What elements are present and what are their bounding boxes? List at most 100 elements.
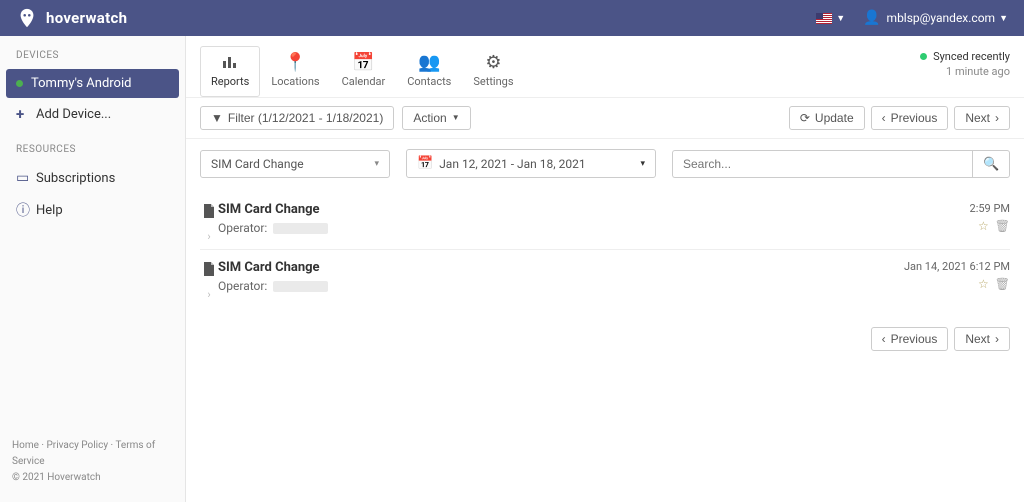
previous-button-bottom[interactable]: ‹ Previous bbox=[871, 327, 949, 351]
action-button[interactable]: Action ▼ bbox=[402, 106, 470, 130]
tab-settings[interactable]: ⚙ Settings bbox=[462, 46, 524, 97]
chevron-right-icon[interactable]: › bbox=[207, 230, 210, 243]
trash-icon[interactable]: 🗑 bbox=[995, 219, 1010, 233]
star-icon[interactable]: ☆ bbox=[978, 219, 989, 233]
report-type-select[interactable]: SIM Card Change ▾ bbox=[200, 150, 390, 178]
chevron-left-icon: ‹ bbox=[882, 333, 886, 345]
filterbar: ▼ Filter (1/12/2021 - 1/18/2021) Action … bbox=[186, 98, 1024, 139]
sidebar-help-label: Help bbox=[36, 203, 63, 218]
sidebar-section-devices: DEVICES bbox=[0, 36, 185, 69]
record-time: 2:59 PM bbox=[970, 202, 1010, 215]
star-icon[interactable]: ☆ bbox=[978, 277, 989, 291]
sync-text: Synced recently bbox=[933, 50, 1010, 63]
controls: SIM Card Change ▾ 📅 Jan 12, 2021 - Jan 1… bbox=[186, 139, 1024, 188]
sidebar: DEVICES Tommy's Android + Add Device... … bbox=[0, 36, 186, 502]
brand-logo-icon bbox=[16, 7, 38, 29]
record-row: › SIM Card Change Operator: Jan 14, 2021… bbox=[200, 250, 1010, 307]
tab-label: Locations bbox=[271, 75, 319, 88]
next-label: Next bbox=[965, 333, 990, 345]
chevron-right-icon[interactable]: › bbox=[207, 288, 210, 301]
refresh-icon: ⟳ bbox=[800, 112, 810, 124]
sync-dot-icon bbox=[920, 53, 927, 60]
sidebar-device-active[interactable]: Tommy's Android bbox=[6, 69, 179, 98]
plus-icon: + bbox=[16, 105, 28, 123]
record-row: › SIM Card Change Operator: 2:59 PM ☆ 🗑 bbox=[200, 192, 1010, 250]
caret-down-icon: ▾ bbox=[640, 159, 645, 169]
account-email: mblsp@yandex.com bbox=[887, 11, 996, 25]
sidebar-subscriptions-label: Subscriptions bbox=[36, 171, 115, 186]
gear-icon: ⚙ bbox=[485, 51, 501, 73]
main: Reports 📍 Locations 📅 Calendar 👥 Contact… bbox=[186, 36, 1024, 502]
file-icon bbox=[203, 204, 215, 222]
search-input[interactable] bbox=[672, 150, 972, 178]
brand-name: hoverwatch bbox=[46, 9, 127, 27]
record-title: SIM Card Change bbox=[218, 260, 1010, 275]
search-icon: 🔍 bbox=[983, 156, 999, 171]
sidebar-add-device[interactable]: + Add Device... bbox=[0, 98, 185, 130]
sync-ago: 1 minute ago bbox=[920, 65, 1010, 78]
tab-label: Settings bbox=[473, 75, 513, 88]
footer-copyright: © 2021 Hoverwatch bbox=[12, 472, 101, 483]
chevron-down-icon: ▾ bbox=[374, 159, 379, 169]
tab-locations[interactable]: 📍 Locations bbox=[260, 46, 330, 97]
caret-down-icon: ▼ bbox=[452, 114, 460, 122]
trash-icon[interactable]: 🗑 bbox=[995, 277, 1010, 291]
update-button[interactable]: ⟳ Update bbox=[789, 106, 865, 130]
filter-button[interactable]: ▼ Filter (1/12/2021 - 1/18/2021) bbox=[200, 106, 394, 130]
sidebar-device-label: Tommy's Android bbox=[31, 76, 131, 91]
chevron-left-icon: ‹ bbox=[882, 112, 886, 124]
search-button[interactable]: 🔍 bbox=[972, 150, 1010, 178]
records: › SIM Card Change Operator: 2:59 PM ☆ 🗑 bbox=[186, 188, 1024, 311]
info-icon: ⓘ bbox=[16, 200, 28, 220]
next-label: Next bbox=[965, 112, 990, 124]
tabs: Reports 📍 Locations 📅 Calendar 👥 Contact… bbox=[186, 36, 1024, 98]
account-menu[interactable]: 👤 mblsp@yandex.com ▼ bbox=[863, 10, 1008, 26]
action-label: Action bbox=[413, 112, 446, 124]
next-button-top[interactable]: Next › bbox=[954, 106, 1010, 130]
tab-label: Calendar bbox=[342, 75, 386, 88]
operator-label: Operator: bbox=[218, 279, 267, 293]
operator-value-redacted bbox=[273, 223, 328, 234]
pager: ‹ Previous Next › bbox=[186, 311, 1024, 367]
footer: Home · Privacy Policy · Terms of Service… bbox=[0, 426, 185, 502]
filter-label: Filter (1/12/2021 - 1/18/2021) bbox=[228, 112, 383, 124]
tab-label: Reports bbox=[211, 75, 249, 88]
tab-contacts[interactable]: 👥 Contacts bbox=[396, 46, 462, 97]
date-range-value: Jan 12, 2021 - Jan 18, 2021 bbox=[439, 157, 585, 171]
footer-home[interactable]: Home bbox=[12, 440, 39, 451]
next-button-bottom[interactable]: Next › bbox=[954, 327, 1010, 351]
tab-calendar[interactable]: 📅 Calendar bbox=[331, 46, 397, 97]
operator-label: Operator: bbox=[218, 221, 267, 235]
tab-reports[interactable]: Reports bbox=[200, 46, 260, 97]
footer-privacy[interactable]: Privacy Policy bbox=[47, 440, 109, 451]
sync-status: Synced recently 1 minute ago bbox=[920, 50, 1010, 78]
brand[interactable]: hoverwatch bbox=[16, 7, 127, 29]
sidebar-help[interactable]: ⓘ Help bbox=[0, 193, 185, 227]
previous-button-top[interactable]: ‹ Previous bbox=[871, 106, 949, 130]
sidebar-subscriptions[interactable]: ▭ Subscriptions bbox=[0, 163, 185, 193]
caret-down-icon: ▼ bbox=[999, 13, 1008, 24]
online-dot-icon bbox=[16, 80, 23, 87]
report-type-value: SIM Card Change bbox=[211, 157, 304, 171]
sidebar-add-device-label: Add Device... bbox=[36, 107, 111, 122]
sidebar-section-resources: RESOURCES bbox=[0, 130, 185, 163]
topbar: hoverwatch ▼ 👤 mblsp@yandex.com ▼ bbox=[0, 0, 1024, 36]
funnel-icon: ▼ bbox=[211, 112, 223, 124]
record-time: Jan 14, 2021 6:12 PM bbox=[904, 260, 1010, 273]
record-title: SIM Card Change bbox=[218, 202, 1010, 217]
us-flag-icon bbox=[816, 13, 832, 24]
pin-icon: 📍 bbox=[284, 51, 306, 73]
previous-label: Previous bbox=[891, 112, 938, 124]
search: 🔍 bbox=[672, 150, 1010, 178]
date-range-picker[interactable]: 📅 Jan 12, 2021 - Jan 18, 2021 ▾ bbox=[406, 149, 656, 178]
update-label: Update bbox=[815, 112, 854, 124]
operator-value-redacted bbox=[273, 281, 328, 292]
chart-icon bbox=[221, 51, 239, 73]
card-icon: ▭ bbox=[16, 170, 28, 186]
caret-down-icon: ▼ bbox=[836, 13, 845, 24]
tab-label: Contacts bbox=[407, 75, 451, 88]
previous-label: Previous bbox=[891, 333, 938, 345]
calendar-icon: 📅 bbox=[352, 51, 374, 73]
locale-selector[interactable]: ▼ bbox=[816, 13, 845, 24]
people-icon: 👥 bbox=[418, 51, 440, 73]
